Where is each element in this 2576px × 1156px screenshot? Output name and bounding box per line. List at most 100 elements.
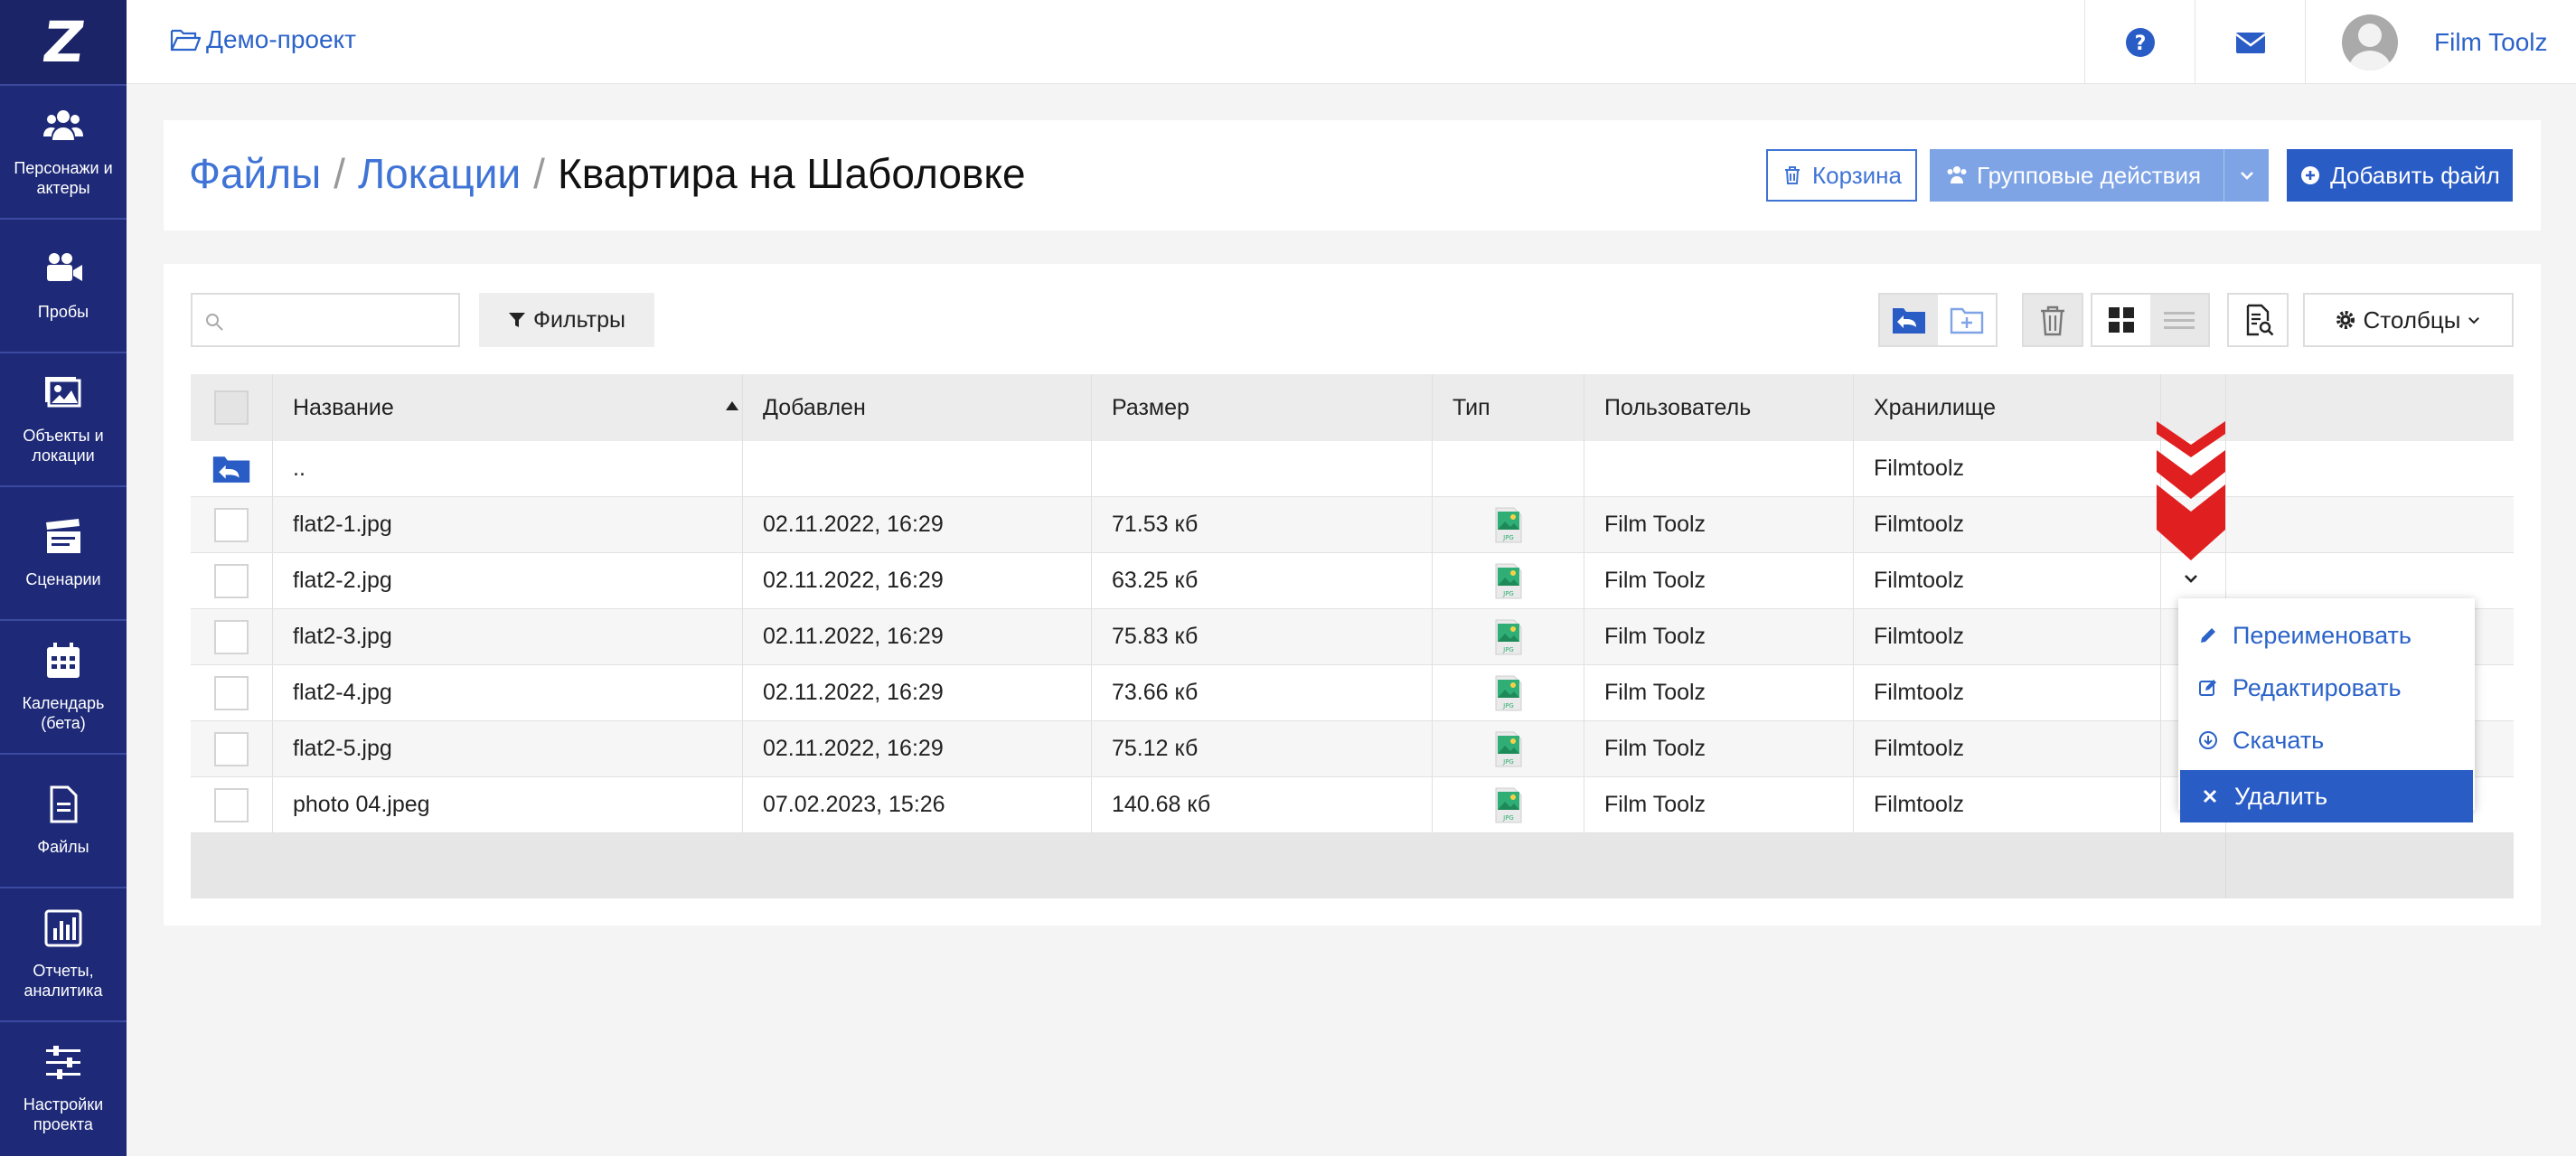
sidebar-item-label: Отчеты, аналитика (24, 962, 103, 1000)
messages-button[interactable] (2195, 0, 2305, 84)
pencil-icon (2201, 628, 2215, 643)
row-checkbox[interactable] (214, 787, 249, 822)
folder-back-icon (1893, 308, 1925, 334)
trash-button[interactable]: Корзина (1766, 149, 1917, 202)
jpg-file-icon: JPG (1495, 787, 1521, 822)
file-size: 63.25 кб (1112, 568, 1199, 593)
sidebar-item-locations[interactable]: Объекты и локации (0, 352, 127, 485)
menu-delete[interactable]: Удалить (2180, 770, 2473, 822)
file-user: Film Toolz (1604, 568, 1706, 593)
preview-button[interactable] (2229, 295, 2287, 345)
breadcrumb-locations[interactable]: Локации (358, 150, 521, 197)
sidebar-item-label: Календарь (бета) (22, 694, 105, 732)
column-user[interactable]: Пользователь (1584, 374, 1853, 441)
svg-text:JPG: JPG (1502, 534, 1514, 541)
file-name[interactable]: flat2-3.jpg (293, 624, 392, 650)
file-name[interactable]: flat2-4.jpg (293, 680, 392, 706)
group-actions-label: Групповые действия (1977, 161, 2202, 189)
file-name[interactable]: flat2-2.jpg (293, 568, 392, 594)
group-actions-button[interactable]: Групповые действия (1930, 149, 2269, 202)
files-panel: Фильтры Столбцы Название Добавлен Размер… (164, 264, 2541, 926)
row-checkbox[interactable] (214, 507, 249, 542)
bar-chart-icon (44, 909, 82, 947)
sidebar-item-label: Пробы (37, 303, 89, 321)
sidebar-item-auditions[interactable]: Пробы (0, 218, 127, 352)
storage-cell: Filmtoolz (1874, 456, 1965, 481)
list-view-button[interactable] (2150, 295, 2208, 345)
sidebar-item-calendar[interactable]: Календарь (бета) (0, 619, 127, 753)
row-checkbox[interactable] (214, 675, 249, 710)
row-context-menu: Переименовать Редактировать Скачать Удал… (2178, 598, 2475, 822)
select-all-checkbox[interactable] (214, 390, 249, 425)
jpg-file-icon: JPG (1495, 507, 1521, 542)
sidebar-item-files[interactable]: Файлы (0, 753, 127, 887)
file-user: Film Toolz (1604, 680, 1706, 705)
sidebar-item-label: Объекты и локации (23, 427, 104, 465)
download-circle-icon (2199, 731, 2217, 749)
group-actions-dropdown-toggle[interactable] (2223, 149, 2269, 202)
attention-arrows-icon (2157, 421, 2225, 560)
folder-open-icon (170, 29, 201, 52)
column-storage[interactable]: Хранилище (1853, 374, 2160, 441)
file-name[interactable]: flat2-5.jpg (293, 736, 392, 762)
sidebar-item-characters[interactable]: Персонажи и актеры (0, 84, 127, 218)
table-row[interactable]: flat2-2.jpg 02.11.2022, 16:29 63.25 кб JPG F… (191, 553, 2514, 609)
row-checkbox[interactable] (214, 619, 249, 654)
sidebar-item-scripts[interactable]: Сценарии (0, 485, 127, 619)
menu-download[interactable]: Скачать (2178, 714, 2475, 766)
search-icon (206, 314, 223, 331)
file-user: Film Toolz (1604, 736, 1706, 761)
file-name[interactable]: flat2-1.jpg (293, 512, 392, 538)
delete-selected-button[interactable] (2024, 295, 2082, 345)
new-folder-button[interactable] (1938, 295, 1996, 345)
breadcrumb: Файлы / Локации / Квартира на Шаболовке (189, 149, 1026, 198)
added-date: 02.11.2022, 16:29 (763, 736, 944, 761)
columns-button[interactable]: Столбцы (2303, 293, 2514, 347)
add-file-label: Добавить файл (2330, 161, 2500, 189)
plus-circle-icon (2301, 166, 2320, 184)
column-type[interactable]: Тип (1432, 374, 1584, 441)
sidebar-item-settings[interactable]: Настройки проекта (0, 1020, 127, 1154)
close-icon (2203, 789, 2217, 804)
table-row[interactable]: flat2-4.jpg 02.11.2022, 16:29 73.66 кб JPG F… (191, 665, 2514, 721)
trash-icon (2041, 305, 2064, 336)
table-row[interactable]: photo 04.jpeg 07.02.2023, 15:26 140.68 кб J… (191, 777, 2514, 833)
grid-icon (2109, 307, 2134, 333)
search-input[interactable] (232, 302, 449, 338)
go-up-button[interactable] (1880, 295, 1938, 345)
row-checkbox[interactable] (214, 731, 249, 766)
file-size: 140.68 кб (1112, 792, 1211, 817)
column-added[interactable]: Добавлен (742, 374, 1091, 441)
menu-rename[interactable]: Переименовать (2178, 609, 2475, 662)
row-actions-toggle[interactable] (2180, 568, 2202, 589)
storage-cell: Filmtoolz (1874, 568, 1965, 593)
breadcrumb-files[interactable]: Файлы (189, 150, 321, 197)
help-button[interactable]: ? (2084, 0, 2195, 84)
column-size[interactable]: Размер (1091, 374, 1432, 441)
row-checkbox[interactable] (214, 563, 249, 598)
user-menu[interactable]: Film Toolz (2305, 0, 2576, 84)
storage-cell: Filmtoolz (1874, 792, 1965, 817)
add-file-button[interactable]: Добавить файл (2287, 149, 2513, 202)
project-link[interactable]: Демо-проект (170, 25, 356, 54)
sidebar-item-reports[interactable]: Отчеты, аналитика (0, 887, 127, 1020)
file-name[interactable]: photo 04.jpeg (293, 792, 430, 818)
menu-edit[interactable]: Редактировать (2178, 662, 2475, 714)
grid-view-button[interactable] (2092, 295, 2150, 345)
gear-icon (2336, 311, 2355, 329)
svg-text:JPG: JPG (1502, 814, 1514, 822)
svg-text:JPG: JPG (1502, 702, 1514, 710)
app-logo[interactable]: Z (0, 0, 127, 84)
filters-button[interactable]: Фильтры (479, 293, 654, 347)
user-name: Film Toolz (2434, 27, 2548, 56)
table-row[interactable]: flat2-5.jpg 02.11.2022, 16:29 75.12 кб JPG F… (191, 721, 2514, 777)
view-switch (2091, 293, 2210, 347)
list-icon (2164, 312, 2195, 329)
file-user: Film Toolz (1604, 624, 1706, 649)
search-box[interactable] (191, 293, 460, 347)
sliders-icon (46, 1046, 80, 1079)
table-row[interactable]: flat2-3.jpg 02.11.2022, 16:29 75.83 кб JPG F… (191, 609, 2514, 665)
file-size: 75.12 кб (1112, 736, 1199, 761)
column-name[interactable]: Название (272, 374, 742, 441)
users-icon (1947, 166, 1967, 183)
